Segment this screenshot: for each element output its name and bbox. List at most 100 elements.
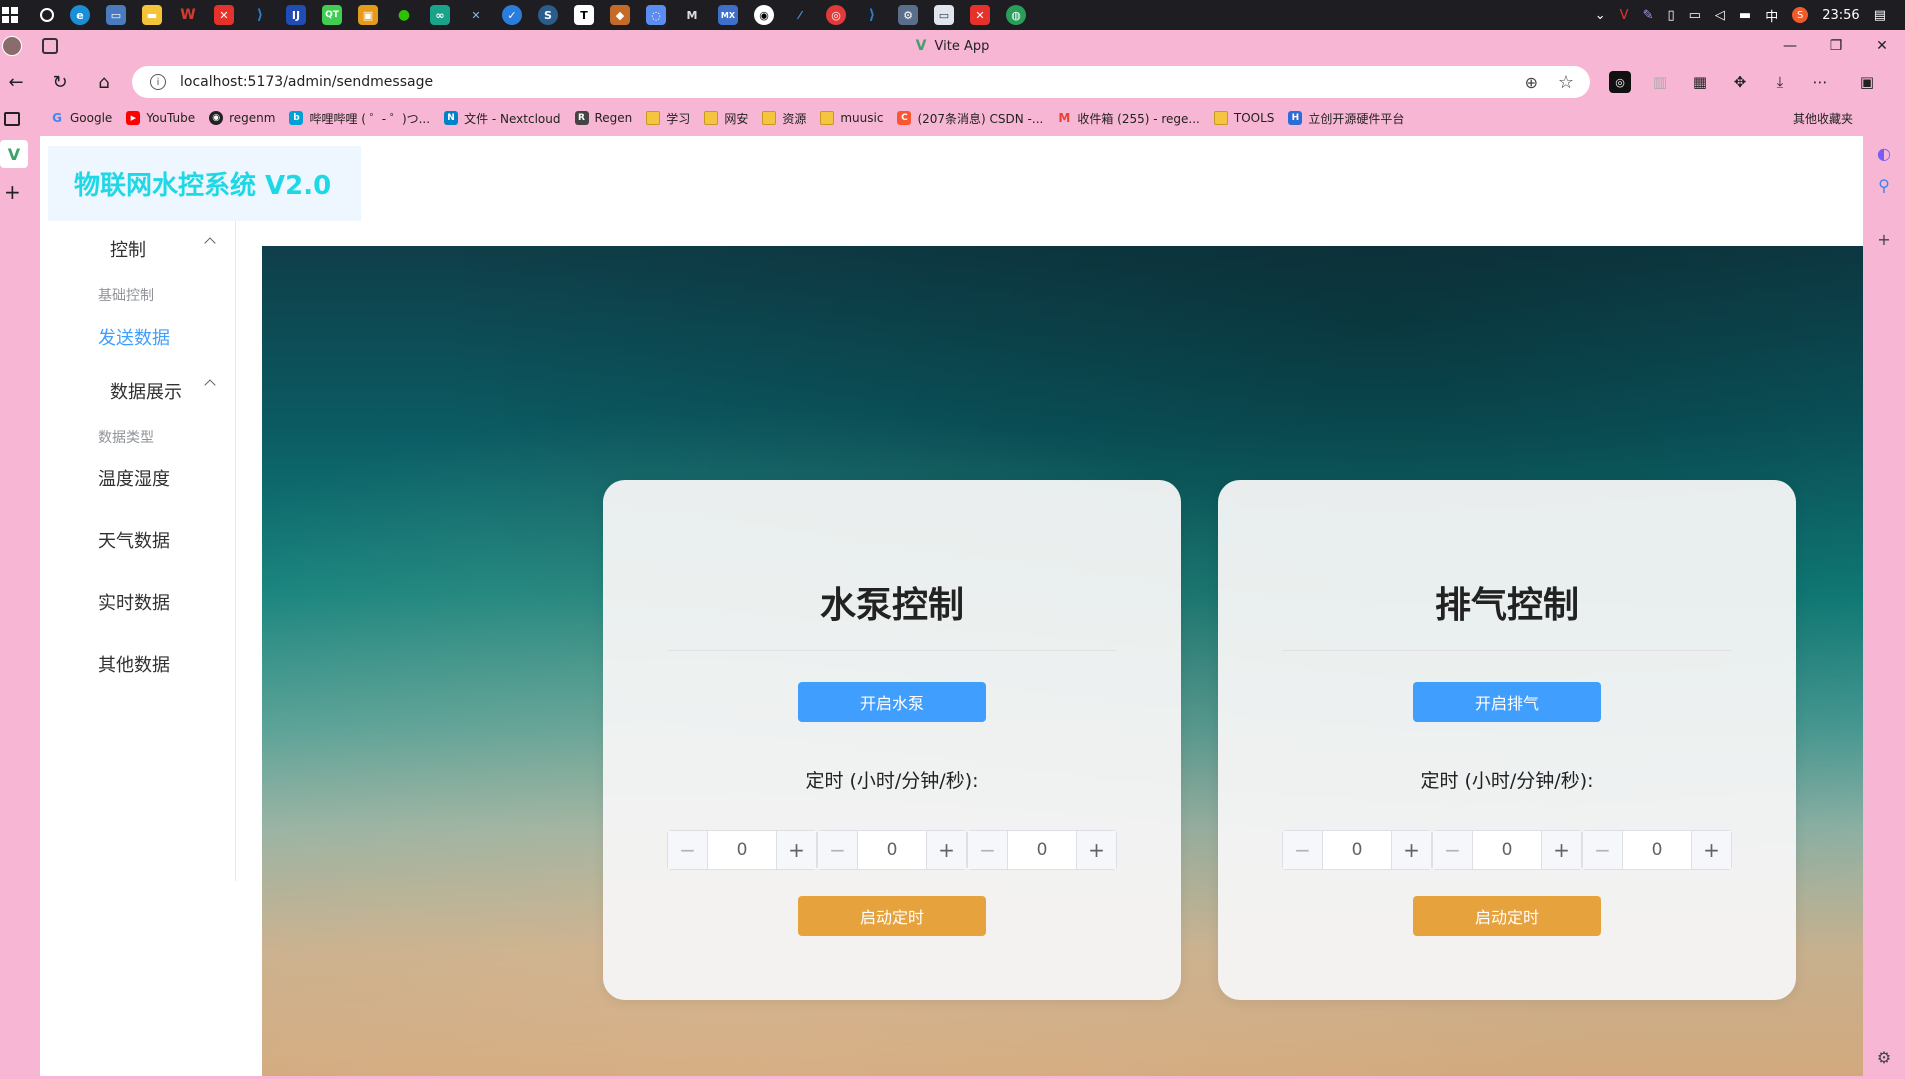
tray-pen-icon[interactable]: ✎ (1643, 8, 1654, 23)
increment-button[interactable]: + (926, 831, 966, 869)
seconds-stepper[interactable]: − 0 + (1582, 830, 1732, 870)
taskbar-cloud-icon[interactable]: ✓ (502, 5, 522, 25)
bookmark-gmail[interactable]: M 收件箱 (255) - rege... (1057, 110, 1200, 127)
vertical-tabs-icon[interactable] (4, 112, 20, 126)
url-text[interactable]: localhost:5173/admin/sendmessage (180, 74, 433, 90)
sidebar-toggle-icon[interactable]: ▣ (1856, 71, 1878, 93)
tray-volume-icon[interactable]: ◁ (1715, 8, 1725, 23)
start-timer-button[interactable]: 启动定时 (1413, 896, 1601, 936)
menu-group-control[interactable]: 控制 (40, 221, 236, 277)
increment-button[interactable]: + (1541, 831, 1581, 869)
downloads-icon[interactable]: ⤓ (1769, 71, 1791, 93)
bookmark-folder-security[interactable]: 网安 (704, 110, 748, 127)
more-menu-icon[interactable]: ⋯ (1809, 71, 1831, 93)
seconds-input[interactable]: 0 (1008, 831, 1076, 869)
tray-ime-label[interactable]: 中 (1765, 6, 1778, 25)
start-pump-button[interactable]: 开启水泵 (798, 682, 986, 722)
start-exhaust-button[interactable]: 开启排气 (1413, 682, 1601, 722)
new-tab-icon[interactable]: + (4, 180, 21, 204)
extension-image-icon[interactable]: ▥ (1649, 71, 1671, 93)
menu-item-send-data[interactable]: 发送数据 (98, 324, 170, 350)
taskbar-vscode2-icon[interactable]: ⟩ (862, 5, 882, 25)
decrement-button[interactable]: − (818, 831, 858, 869)
taskbar-jetbrains-icon[interactable]: IJ (286, 5, 306, 25)
decrement-button[interactable]: − (968, 831, 1008, 869)
address-bar[interactable]: i localhost:5173/admin/sendmessage ⊕ ☆ (132, 66, 1590, 98)
taskbar-wps-icon[interactable]: W (178, 5, 198, 25)
bookmark-nextcloud[interactable]: N 文件 - Nextcloud (444, 110, 561, 127)
bookmark-google[interactable]: G Google (50, 111, 112, 125)
bookmark-bilibili[interactable]: b 哔哩哔哩 ( ゜- ゜)つ... (289, 110, 430, 127)
decrement-button[interactable]: − (1433, 831, 1473, 869)
tray-battery-icon[interactable]: ▬ (1739, 8, 1751, 23)
start-timer-button[interactable]: 启动定时 (798, 896, 986, 936)
taskbar-folder-icon[interactable]: ▬ (142, 5, 162, 25)
home-button[interactable]: ⌂ (90, 68, 118, 96)
taskbar-app-icon[interactable]: ∞ (430, 5, 450, 25)
tray-clock[interactable]: 23:56 (1822, 8, 1859, 23)
taskbar-xapp-icon[interactable]: ✕ (214, 5, 234, 25)
menu-item-temperature-humidity[interactable]: 温度湿度 (98, 465, 170, 491)
taskbar-mx-icon[interactable]: MX (718, 5, 738, 25)
bookmark-folder-study[interactable]: 学习 (646, 110, 690, 127)
notification-icon[interactable]: ▤ (1874, 8, 1886, 23)
bookmark-csdn[interactable]: C (207条消息) CSDN -... (897, 110, 1043, 127)
vite-tab-icon[interactable]: V (0, 140, 28, 168)
bookmark-regenm[interactable]: ◉ regenm (209, 111, 275, 125)
copilot-icon[interactable]: ◐ (1873, 142, 1895, 164)
taskbar-copy-icon[interactable]: ▣ (358, 5, 378, 25)
minutes-stepper[interactable]: − 0 + (817, 830, 967, 870)
taskbar-vpn-icon[interactable]: ✕ (466, 5, 486, 25)
taskbar-vscode-icon[interactable]: ⟩ (250, 5, 270, 25)
minutes-input[interactable]: 0 (858, 831, 926, 869)
bookmark-folder-tools[interactable]: TOOLS (1213, 111, 1274, 125)
other-bookmarks[interactable]: 其他收藏夹 (1773, 102, 1853, 134)
refresh-button[interactable]: ↻ (46, 68, 74, 96)
increment-button[interactable]: + (776, 831, 816, 869)
menu-group-data-display[interactable]: 数据展示 (40, 363, 236, 419)
taskbar-github-icon[interactable]: ◉ (754, 5, 774, 25)
taskbar-tools-icon[interactable]: ⚙ (898, 5, 918, 25)
restore-icon[interactable]: ❐ (1813, 30, 1859, 62)
taskbar-chat-icon[interactable]: ◌ (646, 5, 666, 25)
bookmark-folder-muusic[interactable]: muusic (820, 111, 883, 125)
taskbar-typora-icon[interactable]: T (574, 5, 594, 25)
favorite-star-icon[interactable]: ☆ (1558, 72, 1574, 93)
menu-item-other-data[interactable]: 其他数据 (98, 651, 170, 677)
taskbar-xmind-icon[interactable]: ✕ (970, 5, 990, 25)
hours-input[interactable]: 0 (1323, 831, 1391, 869)
seconds-stepper[interactable]: − 0 + (967, 830, 1117, 870)
increment-button[interactable]: + (1391, 831, 1431, 869)
taskbar-chrome-icon[interactable]: ◍ (1006, 5, 1026, 25)
back-button[interactable]: ← (2, 68, 30, 96)
sidebar-search-icon[interactable]: ⚲ (1873, 174, 1895, 196)
hours-stepper[interactable]: − 0 + (1282, 830, 1432, 870)
increment-button[interactable]: + (1076, 831, 1116, 869)
tray-vivaldi-icon[interactable]: V (1620, 8, 1629, 23)
menu-item-weather-data[interactable]: 天气数据 (98, 527, 170, 553)
menu-item-realtime-data[interactable]: 实时数据 (98, 589, 170, 615)
taskbar-monitor-icon[interactable]: ▭ (106, 5, 126, 25)
taskbar-wechat-icon[interactable]: ● (394, 5, 414, 25)
taskbar-fox-icon[interactable]: ◆ (610, 5, 630, 25)
bookmark-youtube[interactable]: ▶ YouTube (126, 111, 195, 125)
hours-stepper[interactable]: − 0 + (667, 830, 817, 870)
increment-button[interactable]: + (1691, 831, 1731, 869)
taskbar-dev-icon[interactable]: ⁄ (790, 5, 810, 25)
tray-network-icon[interactable]: ▭ (1689, 8, 1701, 23)
minimize-icon[interactable]: — (1767, 30, 1813, 62)
extension-tiktok-icon[interactable]: ◎ (1609, 71, 1631, 93)
seconds-input[interactable]: 0 (1623, 831, 1691, 869)
bookmark-regen[interactable]: R Regen (574, 111, 632, 125)
bookmark-folder-resources[interactable]: 资源 (762, 110, 806, 127)
sidebar-add-icon[interactable]: + (1873, 228, 1895, 250)
close-icon[interactable]: ✕ (1859, 30, 1905, 62)
taskbar-edge-icon[interactable]: e (70, 5, 90, 25)
bookmark-oshwhub[interactable]: H 立创开源硬件平台 (1288, 110, 1404, 127)
windows-start-icon[interactable] (2, 7, 18, 23)
taskbar-vim-icon[interactable]: M (682, 5, 702, 25)
hours-input[interactable]: 0 (708, 831, 776, 869)
tray-chevron-up-icon[interactable]: ⌄ (1595, 8, 1606, 23)
extensions-icon[interactable]: ✥ (1729, 71, 1751, 93)
taskbar-netease-icon[interactable]: ◎ (826, 5, 846, 25)
